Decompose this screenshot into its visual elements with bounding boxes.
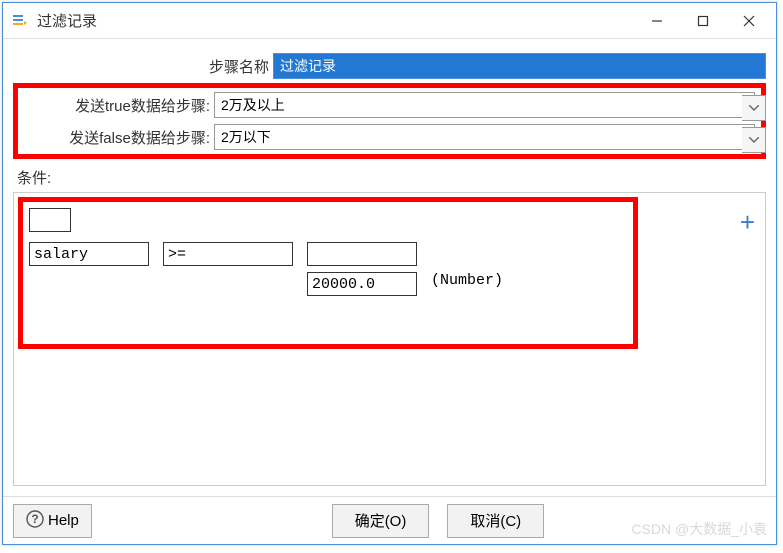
svg-text:?: ? <box>31 512 38 526</box>
send-true-chevron-icon[interactable] <box>742 95 766 121</box>
help-label: Help <box>48 512 79 529</box>
condition-row: (Number) <box>29 242 627 296</box>
condition-field-input[interactable] <box>29 242 149 266</box>
dialog-window: 过滤记录 步骤名称 发送true数据给步骤: <box>2 2 777 545</box>
add-condition-button[interactable]: + <box>740 207 755 238</box>
minimize-button[interactable] <box>634 5 680 37</box>
close-button[interactable] <box>726 5 772 37</box>
conditions-label: 条件: <box>17 167 766 188</box>
condition-value-top-input[interactable] <box>307 242 417 266</box>
conditions-panel: (Number) + <box>13 192 766 486</box>
help-button[interactable]: ? Help <box>13 504 92 538</box>
condition-value-input[interactable] <box>307 272 417 296</box>
app-icon <box>11 12 29 30</box>
titlebar: 过滤记录 <box>3 3 776 39</box>
help-icon: ? <box>26 510 44 532</box>
send-false-chevron-icon[interactable] <box>742 127 766 153</box>
step-name-input[interactable] <box>273 53 766 79</box>
window-controls <box>634 5 772 37</box>
condition-marker-box[interactable] <box>29 208 71 232</box>
condition-operator-input[interactable] <box>163 242 293 266</box>
maximize-button[interactable] <box>680 5 726 37</box>
window-title: 过滤记录 <box>37 10 634 31</box>
watermark: CSDN @大数据_小袁 <box>631 519 767 539</box>
condition-type-label: (Number) <box>431 242 503 289</box>
dialog-content: 步骤名称 发送true数据给步骤: 发送false数据给步骤: <box>3 39 776 496</box>
step-name-label: 步骤名称 <box>13 56 273 77</box>
annotation-highlight-2: (Number) <box>18 197 638 349</box>
step-name-row: 步骤名称 <box>13 53 766 79</box>
cancel-button[interactable]: 取消(C) <box>447 504 544 538</box>
ok-button[interactable]: 确定(O) <box>332 504 430 538</box>
